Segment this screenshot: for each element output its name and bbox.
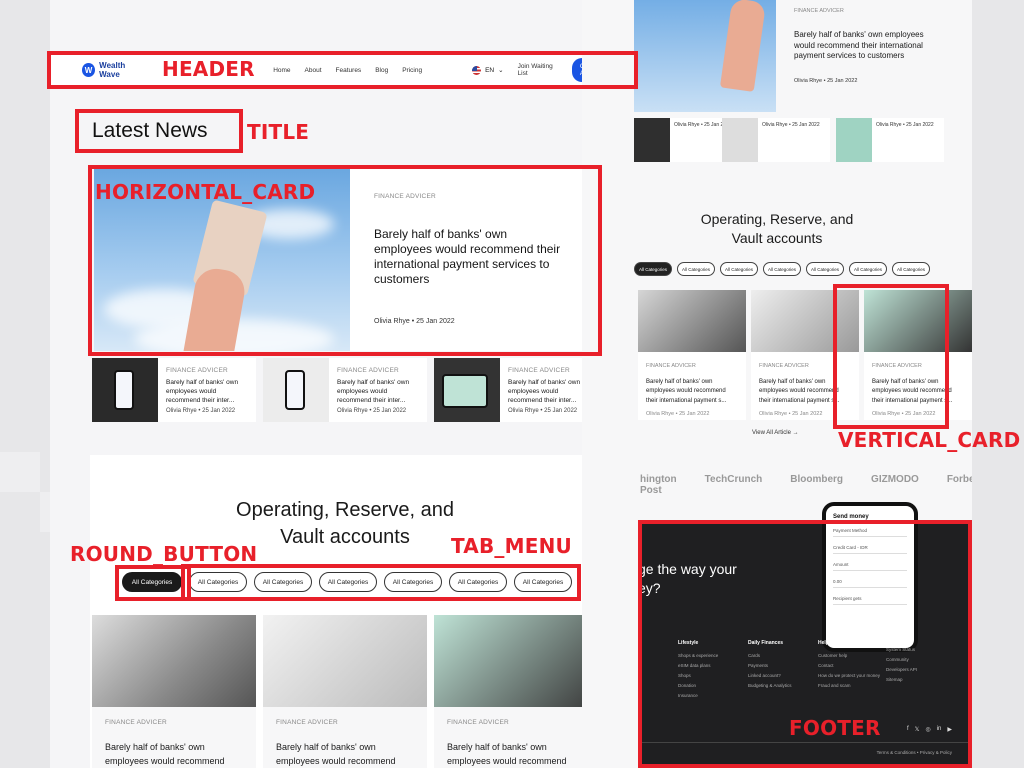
accounts-section: Operating, Reserve, and Vault accounts A… (90, 455, 600, 768)
card-image (263, 358, 329, 422)
tab-all-categories[interactable]: All Categories (677, 262, 715, 276)
card-title[interactable]: Barely half of banks' own employees woul… (337, 378, 419, 405)
title-annotation-box (75, 109, 243, 153)
card-category: FINANCE ADVICER (166, 367, 228, 374)
card-title[interactable]: Barely half of banks' own employees woul… (794, 30, 944, 62)
card-title[interactable]: Barely half of banks' own employees woul… (105, 740, 243, 768)
vertical-card[interactable]: FINANCE ADVICER Barely half of banks' ow… (92, 615, 256, 768)
press-logo: hington Post (640, 474, 677, 496)
tab-all-categories[interactable]: All Categories (720, 262, 758, 276)
section-title-line-1: Operating, Reserve, and (236, 499, 454, 521)
card-title[interactable]: Barely half of banks' own employees woul… (508, 378, 590, 405)
card-meta: Olivia Rhye • 25 Jan 2022 (646, 411, 710, 417)
vertical-card-annotation-box (833, 284, 949, 429)
press-logo: GIZMODO (871, 474, 919, 485)
card-image (434, 615, 598, 707)
card-category: FINANCE ADVICER (447, 719, 509, 726)
tab-menu-annotation-box (181, 564, 581, 601)
small-card[interactable]: Olivia Rhye • 25 Jan 2022 (836, 118, 944, 162)
vertical-card-annotation-label: VERTICAL_CARD (838, 428, 1021, 452)
card-category: FINANCE ADVICER (646, 363, 696, 369)
card-category: FINANCE ADVICER (508, 367, 570, 374)
section-title-line-1: Operating, Reserve, and (700, 211, 854, 227)
small-card[interactable]: FINANCE ADVICER Barely half of banks' ow… (92, 358, 256, 422)
horizontal-card-annotation-label: HORIZONTAL_CARD (95, 180, 316, 204)
featured-card-image (634, 0, 776, 112)
card-title[interactable]: Barely half of banks' own employees woul… (276, 740, 414, 768)
card-meta: Olivia Rhye • 25 Jan 2022 (337, 408, 407, 414)
view-all-articles-link[interactable]: View All Article → (752, 430, 799, 436)
card-meta: Olivia Rhye • 25 Jan 2022 (508, 408, 578, 414)
press-logo: Bloomberg (790, 474, 844, 485)
card-title[interactable]: Barely half of banks' own employees woul… (447, 740, 585, 768)
card-meta: Olivia Rhye • 25 Jan 2022 (876, 122, 934, 128)
card-image (263, 615, 427, 707)
section-title: Operating, Reserve, and Vault accounts (652, 210, 902, 248)
vertical-card[interactable]: FINANCE ADVICER Barely half of banks' ow… (434, 615, 598, 768)
card-category: FINANCE ADVICER (276, 719, 338, 726)
vertical-cards-row: FINANCE ADVICER Barely half of banks' ow… (92, 615, 598, 768)
card-image (92, 358, 158, 422)
header-annotation-box (47, 51, 638, 89)
section-title-line-2: Vault accounts (731, 230, 823, 246)
header-annotation-label: HEADER (162, 57, 255, 81)
tab-all-categories[interactable]: All Categories (763, 262, 801, 276)
round-button-annotation-box (115, 565, 191, 601)
small-card[interactable]: Olivia Rhye • 25 Jan 2022 (722, 118, 830, 162)
tab-all-categories-active[interactable]: All Categories (634, 262, 672, 276)
title-annotation-label: TITLE (247, 120, 310, 144)
tab-all-categories[interactable]: All Categories (849, 262, 887, 276)
card-image (434, 358, 500, 422)
tab-all-categories[interactable]: All Categories (892, 262, 930, 276)
vertical-card[interactable]: FINANCE ADVICER Barely half of banks' ow… (638, 290, 746, 420)
card-category: FINANCE ADVICER (105, 719, 167, 726)
card-image (638, 290, 746, 352)
vertical-card[interactable]: FINANCE ADVICER Barely half of banks' ow… (263, 615, 427, 768)
footer-annotation-label: FOOTER (789, 716, 881, 740)
small-card[interactable]: FINANCE ADVICER Barely half of banks' ow… (263, 358, 427, 422)
small-card[interactable]: FINANCE ADVICER Barely half of banks' ow… (434, 358, 598, 422)
card-meta: Olivia Rhye • 25 Jan 2022 (794, 77, 858, 84)
card-meta: Olivia Rhye • 25 Jan 2022 (762, 122, 820, 128)
right-featured-card[interactable]: FINANCE ADVICER Barely half of banks' ow… (794, 8, 944, 84)
card-category: FINANCE ADVICER (337, 367, 399, 374)
press-logos: hington Post TechCrunch Bloomberg GIZMOD… (640, 474, 972, 496)
small-cards-row: FINANCE ADVICER Barely half of banks' ow… (92, 358, 598, 422)
card-title[interactable]: Barely half of banks' own employees woul… (646, 378, 738, 407)
round-button-annotation-label: ROUND_BUTTON (70, 542, 258, 566)
press-logo: Forbes (946, 474, 972, 485)
card-title[interactable]: Barely half of banks' own employees woul… (166, 378, 248, 405)
card-meta: Olivia Rhye • 25 Jan 2022 (166, 408, 236, 414)
tab-menu-annotation-label: TAB_MENU (451, 534, 572, 558)
tab-all-categories[interactable]: All Categories (806, 262, 844, 276)
category-tab-menu: All Categories All Categories All Catego… (634, 262, 930, 276)
decor-block (0, 452, 40, 492)
press-logo: TechCrunch (704, 474, 763, 485)
card-image (92, 615, 256, 707)
card-category: FINANCE ADVICER (794, 8, 844, 14)
